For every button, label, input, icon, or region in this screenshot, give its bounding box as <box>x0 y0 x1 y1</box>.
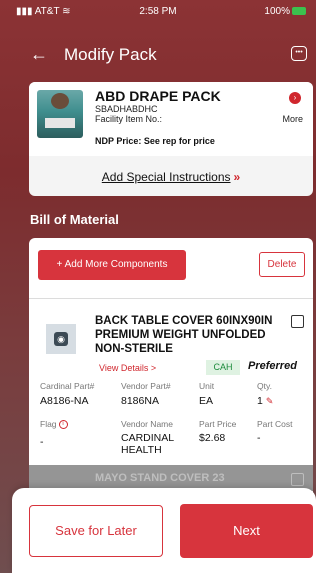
product-image-head <box>51 93 69 109</box>
battery-status: 100% <box>264 6 306 17</box>
add-components-button[interactable]: + Add More Components <box>38 250 186 280</box>
unit-value: EA <box>199 395 214 407</box>
next-button[interactable]: Next <box>180 504 313 558</box>
vendor-name-value: CARDINAL HEALTH <box>121 432 174 456</box>
delete-button[interactable]: Delete <box>259 252 305 277</box>
preferred-label: Preferred <box>248 360 297 372</box>
battery-icon <box>292 7 306 16</box>
product-image <box>37 90 83 138</box>
item-checkbox[interactable] <box>291 315 304 328</box>
vendor-name-label: Vendor Name <box>121 419 173 429</box>
flag-label-row: Flag i <box>40 419 68 430</box>
product-summary: ABD DRAPE PACK SBADHABDHC Facility Item … <box>29 82 313 156</box>
facility-item-label: Facility Item No.: <box>95 114 163 124</box>
product-name: ABD DRAPE PACK <box>95 88 221 104</box>
part-price-value: $2.68 <box>199 432 226 444</box>
next-item-name: MAYO STAND COVER 23 <box>95 472 225 484</box>
divider <box>29 298 313 299</box>
info-icon[interactable]: i <box>58 420 68 430</box>
unit-label: Unit <box>199 381 215 391</box>
bom-title: Bill of Material <box>30 212 119 227</box>
next-item-checkbox[interactable] <box>291 473 304 486</box>
part-cost-label: Part Cost <box>257 419 293 429</box>
eye-icon: ◉ <box>54 332 68 346</box>
price-label: NDP Price: See rep for price <box>95 136 215 146</box>
qty-value: 1 <box>257 395 263 407</box>
view-details-link[interactable]: View Details > <box>99 363 156 373</box>
more-link[interactable]: More <box>282 114 303 124</box>
vendor-part-value: 8186NA <box>121 395 159 407</box>
flag-value: - <box>40 436 44 448</box>
bottom-action-bar: Save for Later Next <box>12 488 316 573</box>
battery-text: 100% <box>264 6 290 17</box>
product-image-cover <box>45 118 75 128</box>
part-cost-value: - <box>257 432 261 444</box>
vendor-part-label: Vendor Part# <box>121 381 171 391</box>
cardinal-part-value: A8186-NA <box>40 395 89 407</box>
nav-header: ← Modify Pack ••• <box>0 40 316 70</box>
status-bar: ▮▮▮ AT&T ≋ 2:58 PM 100% <box>0 0 316 22</box>
part-price-label: Part Price <box>199 419 237 429</box>
qty-field[interactable]: 1 ✎ <box>257 395 273 407</box>
flag-label: Flag <box>40 419 57 429</box>
page-title: Modify Pack <box>64 45 157 64</box>
pencil-icon[interactable]: ✎ <box>266 396 274 406</box>
app-screen: ▮▮▮ AT&T ≋ 2:58 PM 100% ← Modify Pack ••… <box>0 0 316 573</box>
qty-label: Qty. <box>257 381 272 391</box>
cah-badge: CAH <box>206 360 240 375</box>
special-instructions-text: Add Special Instructions <box>101 170 231 184</box>
double-chevron-icon: » <box>233 170 241 184</box>
chat-icon[interactable]: ••• <box>291 46 307 61</box>
chevron-right-icon[interactable]: › <box>289 92 301 104</box>
add-special-instructions-link[interactable]: Add Special Instructions» <box>29 170 313 184</box>
product-code: SBADHABDHC <box>95 104 158 114</box>
item-image: ◉ <box>46 324 76 354</box>
cardinal-part-label: Cardinal Part# <box>40 381 95 391</box>
save-for-later-button[interactable]: Save for Later <box>29 505 163 557</box>
back-arrow-icon[interactable]: ← <box>30 45 48 63</box>
item-name: BACK TABLE COVER 60INX90IN PREMIUM WEIGH… <box>95 315 273 355</box>
product-card: ABD DRAPE PACK SBADHABDHC Facility Item … <box>29 82 313 196</box>
